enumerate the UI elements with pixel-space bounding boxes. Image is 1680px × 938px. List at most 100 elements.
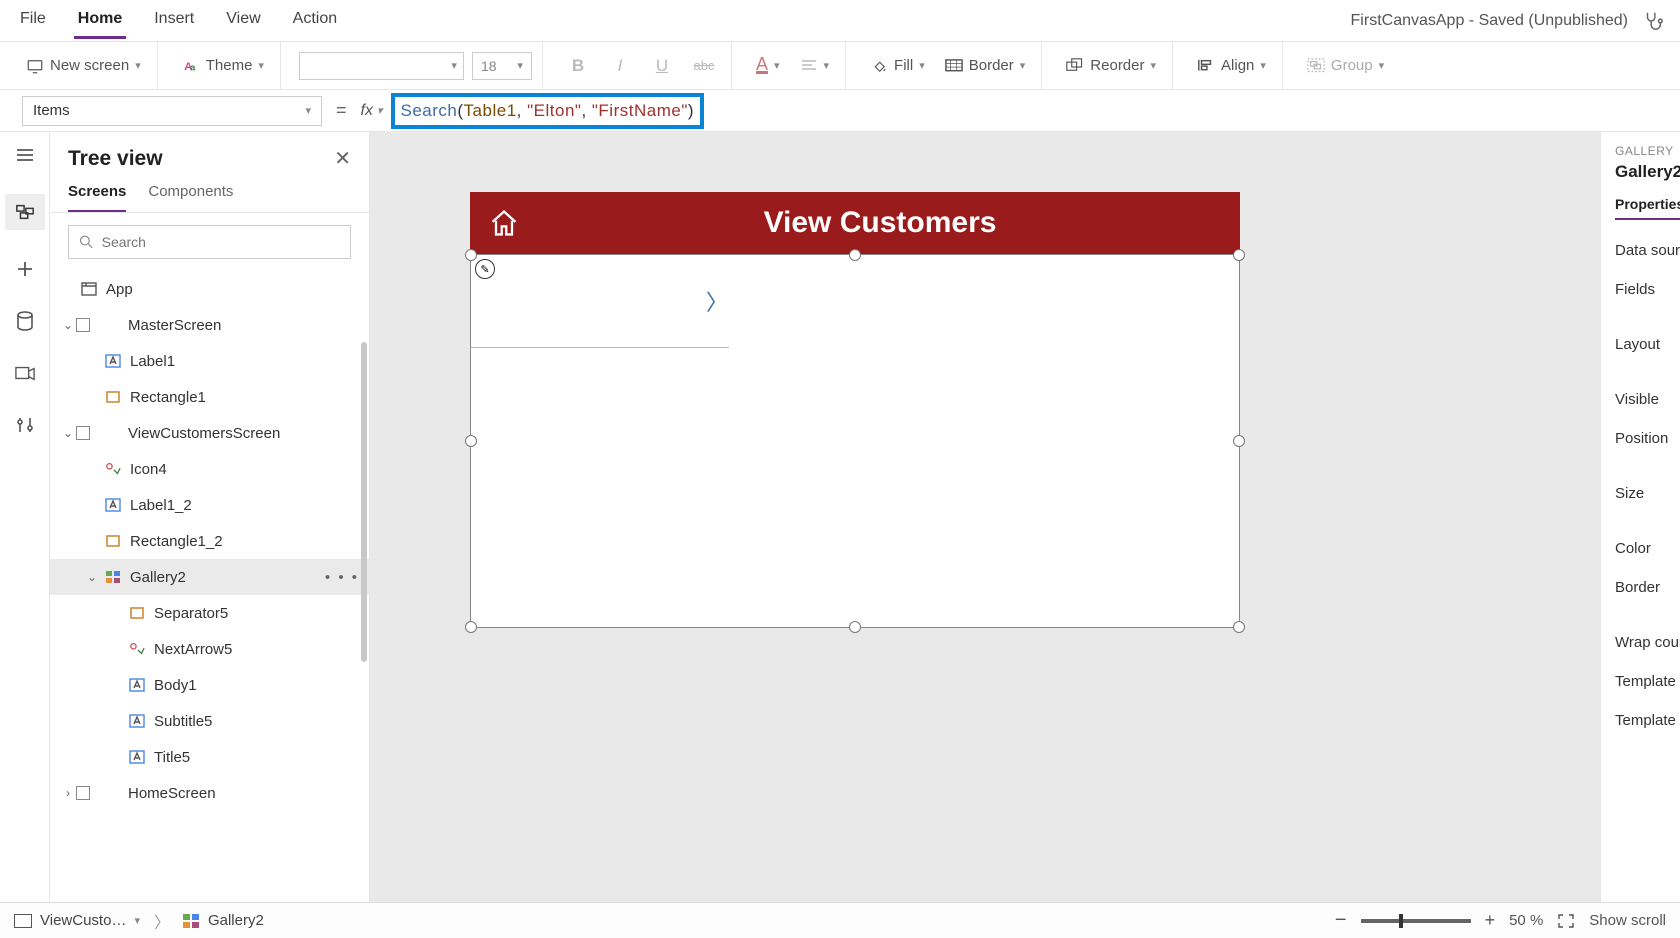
tree-item-title5[interactable]: Title5 [50,739,369,775]
strike-button[interactable]: abc [687,58,721,73]
tree-item-rectangle1_2[interactable]: Rectangle1_2 [50,523,369,559]
handle-e[interactable] [1233,435,1245,447]
prop-wrap-count[interactable]: Wrap count [1615,634,1680,651]
prop-data-source[interactable]: Data source [1615,242,1680,259]
font-name-select[interactable]: ▾ [299,52,464,80]
tree-item-rectangle1[interactable]: Rectangle1 [50,379,369,415]
zoom-slider[interactable] [1361,919,1471,923]
tree-panel: Tree view ✕ Screens Components App⌄Maste… [50,132,370,902]
tab-properties[interactable]: Properties [1615,196,1680,220]
tree-item-gallery2[interactable]: ⌄Gallery2• • • [50,559,369,595]
tree-item-label1[interactable]: Label1 [50,343,369,379]
prop-template-size[interactable]: Template size [1615,673,1680,690]
prop-fields[interactable]: Fields [1615,281,1680,298]
handle-nw[interactable] [465,249,477,261]
edit-template-icon[interactable]: ✎ [475,259,495,279]
add-icon[interactable] [12,256,38,282]
properties-panel: GALLERY Gallery2 Properties Data source … [1600,132,1680,902]
theme-button[interactable]: Aa Theme▾ [176,53,270,79]
prop-color[interactable]: Color [1615,540,1680,557]
tree-view-icon[interactable] [5,194,45,230]
menu-insert[interactable]: Insert [150,2,198,39]
prop-border[interactable]: Border [1615,579,1680,596]
zoom-out-button[interactable]: − [1335,909,1347,932]
prop-visible[interactable]: Visible [1615,391,1680,408]
tab-components[interactable]: Components [148,179,233,212]
tree-item-masterscreen[interactable]: ⌄MasterScreen [50,307,369,343]
border-button[interactable]: Border▾ [939,53,1032,79]
fx-label[interactable]: fx▾ [361,102,383,120]
tree-item-label1_2[interactable]: Label1_2 [50,487,369,523]
gallery-selection[interactable]: ✎ 〉 [470,254,1240,628]
formula-bar: Items▾ = fx▾ Search(Table1, "Elton", "Fi… [0,90,1680,132]
bold-button[interactable]: B [561,56,595,76]
menu-action[interactable]: Action [289,2,341,39]
left-rail [0,132,50,902]
app-checker-icon[interactable] [1642,10,1664,32]
align-icon [1197,57,1215,75]
font-color-button[interactable]: A▾ [750,53,786,78]
italic-button[interactable]: I [603,56,637,76]
tree-item-subtitle5[interactable]: Subtitle5 [50,703,369,739]
new-screen-button[interactable]: New screen▾ [20,53,147,79]
menu-home[interactable]: Home [74,2,126,39]
tree-item-viewcustomersscreen[interactable]: ⌄ViewCustomersScreen [50,415,369,451]
property-select[interactable]: Items▾ [22,96,322,126]
tab-screens[interactable]: Screens [68,179,126,212]
formula-input[interactable]: Search(Table1, "Elton", "FirstName") [391,93,705,129]
handle-sw[interactable] [465,621,477,633]
menu-view[interactable]: View [222,2,264,39]
screen-title: View Customers [520,206,1240,240]
group-button[interactable]: Group▾ [1301,53,1390,79]
hamburger-icon[interactable] [12,142,38,168]
text-align-button[interactable]: ▾ [794,55,836,77]
breadcrumb-screen[interactable]: ViewCusto…▾ [14,912,140,929]
prop-template-padding[interactable]: Template pa [1615,712,1680,729]
settings-icon[interactable] [12,412,38,438]
handle-se[interactable] [1233,621,1245,633]
canvas[interactable]: View Customers ✎ 〉 [370,132,1600,902]
tree-item-app[interactable]: App [50,271,369,307]
close-icon[interactable]: ✕ [334,146,351,171]
tree-item-nextarrow5[interactable]: NextArrow5 [50,631,369,667]
equals-sign: = [336,100,347,121]
prop-size[interactable]: Size [1615,485,1680,502]
handle-ne[interactable] [1233,249,1245,261]
handle-n[interactable] [849,249,861,261]
media-icon[interactable] [12,360,38,386]
fill-button[interactable]: Fill▾ [864,53,931,79]
zoom-in-button[interactable]: + [1485,910,1496,931]
font-size-select[interactable]: 18▾ [472,52,532,80]
prop-layout[interactable]: Layout [1615,336,1680,353]
tree-item-separator5[interactable]: Separator5 [50,595,369,631]
gallery-icon [182,913,200,929]
tree-item-icon4[interactable]: Icon4 [50,451,369,487]
border-icon [945,57,963,75]
prop-category: GALLERY [1615,144,1680,158]
handle-s[interactable] [849,621,861,633]
scrollbar-thumb[interactable] [361,342,367,662]
show-scroll-label[interactable]: Show scroll [1589,912,1666,929]
handle-w[interactable] [465,435,477,447]
fit-icon[interactable] [1557,913,1575,929]
reorder-button[interactable]: Reorder▾ [1060,53,1162,79]
gallery-separator [471,347,729,348]
search-icon [79,234,94,250]
fill-icon [870,57,888,75]
underline-button[interactable]: U [645,56,679,76]
chevron-right-icon[interactable]: 〉 [706,285,728,317]
tree-item-homescreen[interactable]: ›HomeScreen [50,775,369,811]
data-icon[interactable] [12,308,38,334]
tree-search[interactable] [68,225,351,259]
tree-title: Tree view [68,147,163,171]
tree-item-body1[interactable]: Body1 [50,667,369,703]
app-header: View Customers [470,192,1240,254]
align-button[interactable]: Align▾ [1191,53,1272,79]
search-input[interactable] [102,234,340,250]
screen-icon [26,57,44,75]
menu-file[interactable]: File [16,2,50,39]
breadcrumb-control[interactable]: Gallery2 [182,912,264,929]
zoom-value: 50 % [1509,912,1543,929]
prop-position[interactable]: Position [1615,430,1680,447]
home-icon[interactable] [488,208,520,238]
